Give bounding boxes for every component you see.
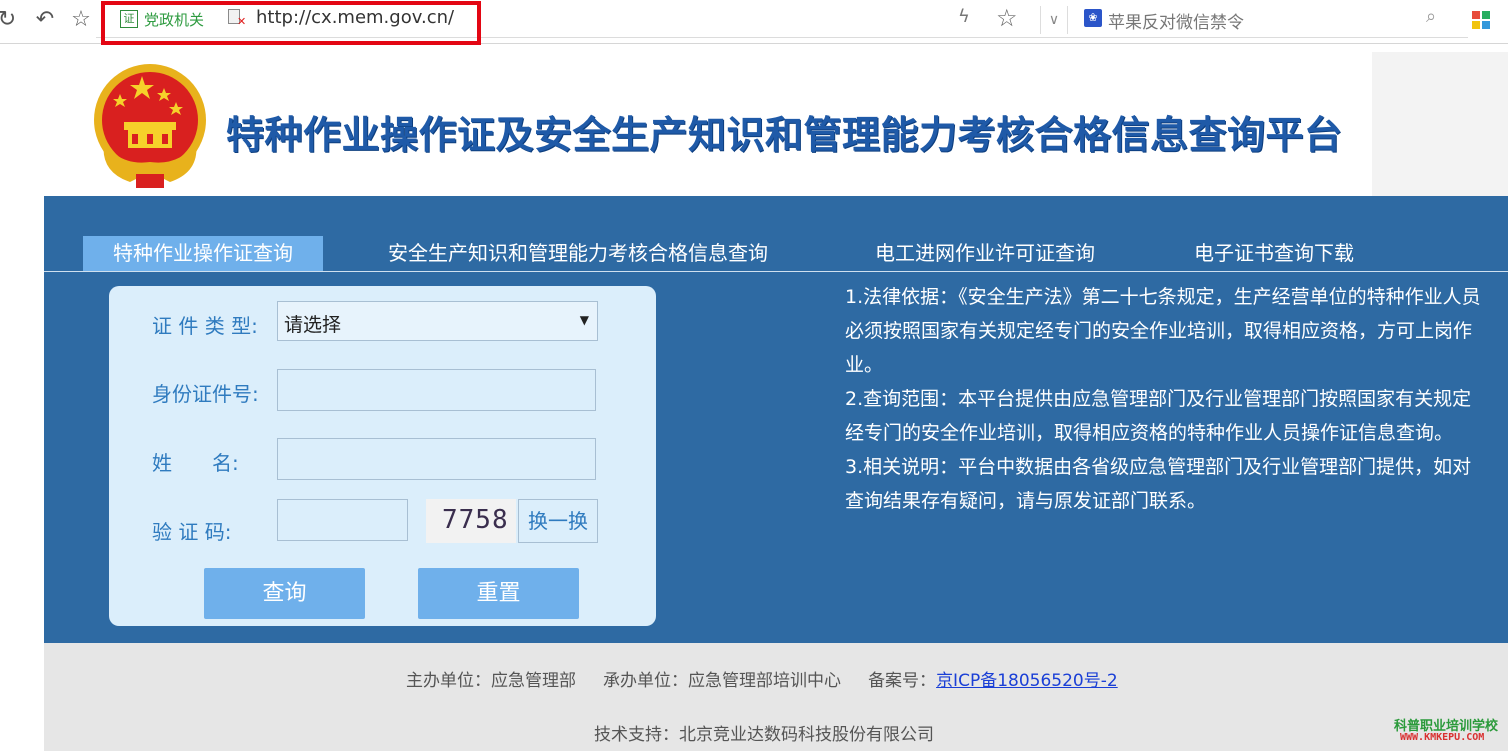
footer-credits: 主办单位：应急管理部 承办单位：应急管理部培训中心 备案号：京ICP备18056… xyxy=(406,666,1118,691)
search-icon[interactable]: ⌕ xyxy=(1426,6,1436,27)
url-highlight-box xyxy=(101,1,481,45)
page-title: 特种作业操作证及安全生产知识和管理能力考核合格信息查询平台 xyxy=(226,113,1343,157)
lightning-icon[interactable]: ϟ xyxy=(958,6,970,27)
id-number-label: 身份证件号: xyxy=(152,382,259,406)
captcha-image[interactable]: 7758 xyxy=(426,499,516,543)
refresh-captcha-button[interactable]: 换一换 xyxy=(518,499,598,543)
info-query-scope: 2.查询范围：本平台提供由应急管理部门及行业管理部门按照国家有关规定经专门的安全… xyxy=(845,388,1472,444)
search-box[interactable]: 苹果反对微信禁令 xyxy=(1108,8,1244,33)
captcha-code-text: 7758 xyxy=(442,505,509,535)
info-legal-basis: 1.法律依据：《安全生产法》第二十七条规定，生产经营单位的特种作业人员必须按照国… xyxy=(845,286,1481,376)
footer-organizer: 承办单位：应急管理部培训中心 xyxy=(603,671,842,691)
query-button[interactable]: 查询 xyxy=(204,568,365,619)
favorite-star-icon[interactable]: ☆ xyxy=(68,7,94,33)
watermark-site: WWW.KMKEPU.COM xyxy=(1400,732,1485,743)
icp-record-link[interactable]: 京ICP备18056520号-2 xyxy=(936,671,1118,691)
name-input[interactable] xyxy=(277,438,596,480)
footer-tech-support: 技术支持：北京竞业达数码科技股份有限公司 xyxy=(594,725,934,745)
footer-icp-label: 备案号： xyxy=(868,671,937,691)
search-engine-paw-icon[interactable]: ❀ xyxy=(1084,9,1102,27)
back-icon[interactable]: ↶ xyxy=(32,7,58,33)
name-label: 姓 名: xyxy=(152,451,239,475)
info-section: 1.法律依据：《安全生产法》第二十七条规定，生产经营单位的特种作业人员必须按照国… xyxy=(845,280,1485,518)
apps-grid-icon[interactable] xyxy=(1472,11,1490,29)
national-emblem-icon xyxy=(94,64,206,188)
bookmark-star-icon[interactable]: ☆ xyxy=(996,4,1018,32)
reload-icon[interactable]: ↻ xyxy=(0,7,20,33)
cert-type-label: 证 件 类 型: xyxy=(152,314,258,338)
tab-electrician-permit[interactable]: 电工进网作业许可证查询 xyxy=(875,236,1095,271)
header-side-panel xyxy=(1372,52,1508,196)
caret-down-icon: ▼ xyxy=(579,313,589,327)
tab-e-certificate-download[interactable]: 电子证书查询下载 xyxy=(1194,236,1354,271)
cert-type-selected-value: 请选择 xyxy=(284,314,342,336)
id-number-input[interactable] xyxy=(277,369,596,411)
reset-button[interactable]: 重置 xyxy=(418,568,579,619)
chevron-down-icon[interactable]: ∨ xyxy=(1040,6,1068,34)
captcha-label: 验 证 码: xyxy=(152,520,232,544)
info-notes: 3.相关说明：平台中数据由各省级应急管理部门及行业管理部门提供，如对查询结果存有… xyxy=(845,456,1472,512)
footer-sponsor: 主办单位：应急管理部 xyxy=(406,671,576,691)
captcha-input[interactable] xyxy=(277,499,408,541)
cert-type-select[interactable]: 请选择 ▼ xyxy=(277,301,598,341)
tab-safety-knowledge-assessment[interactable]: 安全生产知识和管理能力考核合格信息查询 xyxy=(388,236,768,271)
tab-special-operation-cert[interactable]: 特种作业操作证查询 xyxy=(83,236,323,271)
